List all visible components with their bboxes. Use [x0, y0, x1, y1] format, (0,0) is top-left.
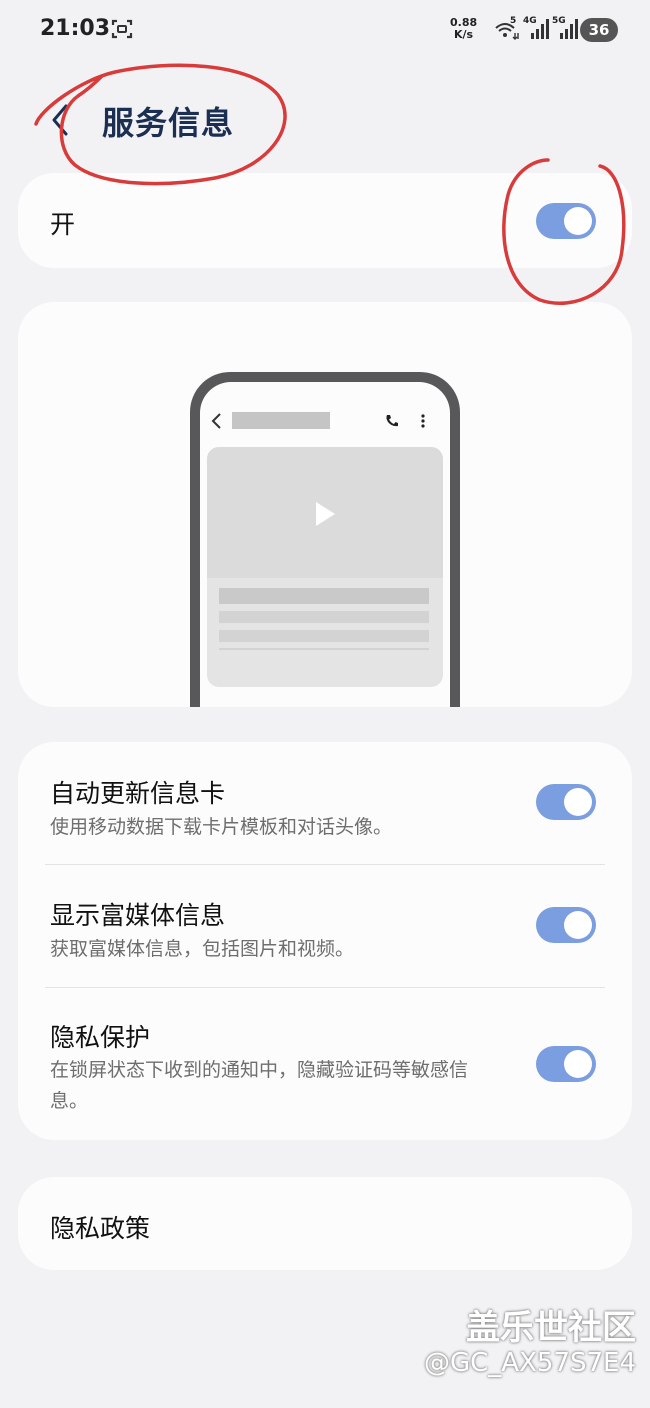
- illustration-card: [18, 302, 632, 707]
- toggle-knob: [564, 207, 592, 235]
- privacy-policy-link[interactable]: 隐私政策: [50, 1209, 150, 1245]
- placeholder-title: [232, 412, 330, 429]
- placeholder-line: [219, 611, 429, 623]
- network-speed: 0.88 K/s: [450, 17, 477, 41]
- divider: [45, 864, 605, 865]
- page-title: 服务信息: [102, 104, 235, 142]
- phone-screen: [200, 382, 450, 707]
- master-switch-label: 开: [50, 210, 76, 239]
- signal-5g-label: 5G: [552, 16, 566, 26]
- rich-media-toggle[interactable]: [536, 907, 596, 943]
- video-thumbnail: [207, 447, 443, 578]
- status-bar: 21:03 0.88 K/s 5 4G 5G 36: [0, 0, 650, 60]
- placeholder-line: [219, 630, 429, 642]
- more-options-icon: [421, 414, 425, 428]
- setting-description: 在锁屏状态下收到的通知中，隐藏验证码等敏感信息。: [50, 1059, 469, 1112]
- back-arrow-icon: [211, 413, 221, 429]
- setting-title: 显示富媒体信息: [50, 901, 226, 930]
- network-speed-unit: K/s: [454, 28, 474, 41]
- play-icon: [316, 502, 335, 526]
- screenshot-icon: [111, 18, 133, 40]
- toggle-knob: [564, 788, 592, 816]
- signal-4g-label: 4G: [523, 16, 537, 26]
- wifi-band-label: 5: [510, 16, 517, 26]
- watermark-brand: 盖乐世社区: [466, 1308, 636, 1348]
- rich-media-card: [207, 447, 443, 687]
- watermark-user: @GC_AX57S7E4: [424, 1348, 636, 1378]
- auto-update-toggle[interactable]: [536, 784, 596, 820]
- placeholder-line: [219, 648, 429, 650]
- master-toggle[interactable]: [536, 203, 596, 239]
- master-switch-card[interactable]: 开: [18, 173, 632, 268]
- back-button[interactable]: [40, 98, 80, 142]
- back-arrow-icon: [52, 104, 68, 136]
- privacy-policy-card[interactable]: 隐私政策: [18, 1177, 632, 1270]
- phone-call-icon: [386, 415, 398, 427]
- setting-description: 使用移动数据下载卡片模板和对话头像。: [50, 816, 393, 838]
- placeholder-line: [219, 588, 429, 604]
- phone-illustration: [190, 372, 460, 707]
- status-time: 21:03: [40, 16, 111, 41]
- wifi-icon: 5: [494, 16, 520, 45]
- privacy-protection-toggle[interactable]: [536, 1046, 596, 1082]
- signal-5g-icon: 5G: [552, 16, 578, 45]
- settings-card: 自动更新信息卡 使用移动数据下载卡片模板和对话头像。 显示富媒体信息 获取富媒体…: [18, 742, 632, 1140]
- divider: [45, 987, 605, 988]
- toggle-knob: [564, 1050, 592, 1078]
- battery-level: 36: [580, 18, 618, 42]
- signal-4g-icon: 4G: [523, 16, 549, 45]
- setting-description: 获取富媒体信息，包括图片和视频。: [50, 938, 355, 960]
- setting-title: 自动更新信息卡: [50, 779, 226, 808]
- setting-title: 隐私保护: [50, 1023, 151, 1052]
- toggle-knob: [564, 911, 592, 939]
